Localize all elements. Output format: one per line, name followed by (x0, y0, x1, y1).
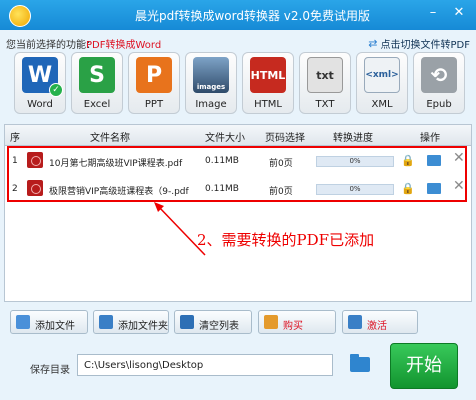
clear-list-button[interactable]: 清空列表 (174, 310, 252, 334)
output-dir-field[interactable]: C:\Users\lisong\Desktop (77, 354, 333, 376)
format-image-button[interactable]: images Image (185, 52, 237, 114)
output-dir-label: 保存目录 (30, 365, 70, 376)
add-folder-button[interactable]: 添加文件夹 (93, 310, 169, 334)
col-size: 文件大小 (205, 133, 245, 144)
function-value: PDF转换成Word (86, 40, 162, 51)
format-label: Excel (83, 99, 111, 110)
col-actions: 操作 (420, 133, 440, 144)
activate-button[interactable]: 激活 (342, 310, 418, 334)
epub-icon: ⟲ (421, 57, 457, 93)
col-progress: 转换进度 (333, 133, 373, 144)
format-ppt-button[interactable]: P PPT (128, 52, 180, 114)
image-icon: images (193, 57, 229, 93)
format-epub-button[interactable]: ⟲ Epub (413, 52, 465, 114)
format-label: Word (27, 99, 53, 110)
format-label: PPT (144, 99, 164, 110)
switch-icon: ⇄ (368, 37, 378, 50)
excel-icon: S (79, 57, 115, 93)
switch-mode-link[interactable]: ⇄ 点击切换文件转PDF (368, 36, 470, 51)
format-html-button[interactable]: HTML HTML (242, 52, 294, 114)
col-pages: 页码选择 (265, 133, 305, 144)
col-filename: 文件名称 (90, 133, 130, 144)
minimize-button[interactable]: – (424, 4, 442, 22)
html-icon: HTML (250, 57, 286, 93)
xml-icon: <xml> (364, 57, 400, 93)
window-title: 晨光pdf转换成word转换器 v2.0免费试用版 (135, 9, 370, 23)
title-bar: 晨光pdf转换成word转换器 v2.0免费试用版 – ✕ (0, 0, 476, 30)
activate-icon (348, 315, 362, 329)
format-label: XML (371, 99, 393, 110)
format-excel-button[interactable]: S Excel (71, 52, 123, 114)
close-button[interactable]: ✕ (450, 4, 468, 22)
add-file-icon (16, 315, 30, 329)
annotation-text: 2、需要转换的PDF已添加 (197, 231, 375, 249)
format-label: TXT (315, 99, 335, 110)
table-header: 序 文件名称 文件大小 页码选择 转换进度 操作 (5, 125, 471, 146)
format-selector: W ✓ Word S Excel P PPT images Image HTML… (14, 52, 465, 114)
buy-button[interactable]: 购买 (258, 310, 336, 334)
add-file-button[interactable]: 添加文件 (10, 310, 88, 334)
txt-icon: txt (307, 57, 343, 93)
browse-folder-icon[interactable] (350, 354, 370, 372)
app-logo-icon (9, 5, 31, 27)
highlight-box (7, 146, 467, 202)
format-word-button[interactable]: W ✓ Word (14, 52, 66, 114)
clear-list-icon (180, 315, 194, 329)
format-label: Epub (426, 99, 452, 110)
format-xml-button[interactable]: <xml> XML (356, 52, 408, 114)
format-label: Image (195, 99, 227, 110)
col-index: 序 (10, 133, 20, 144)
add-folder-icon (99, 315, 113, 329)
ppt-icon: P (136, 57, 172, 93)
switch-mode-label: 点击切换文件转PDF (380, 40, 470, 51)
cart-icon (264, 315, 278, 329)
function-info-row: 您当前选择的功能： PDF转换成Word ⇄ 点击切换文件转PDF (0, 32, 476, 51)
function-label: 您当前选择的功能： (6, 40, 96, 51)
start-button[interactable]: 开始 (390, 343, 458, 389)
format-label: HTML (254, 99, 282, 110)
selected-check-icon: ✓ (49, 83, 63, 97)
format-txt-button[interactable]: txt TXT (299, 52, 351, 114)
